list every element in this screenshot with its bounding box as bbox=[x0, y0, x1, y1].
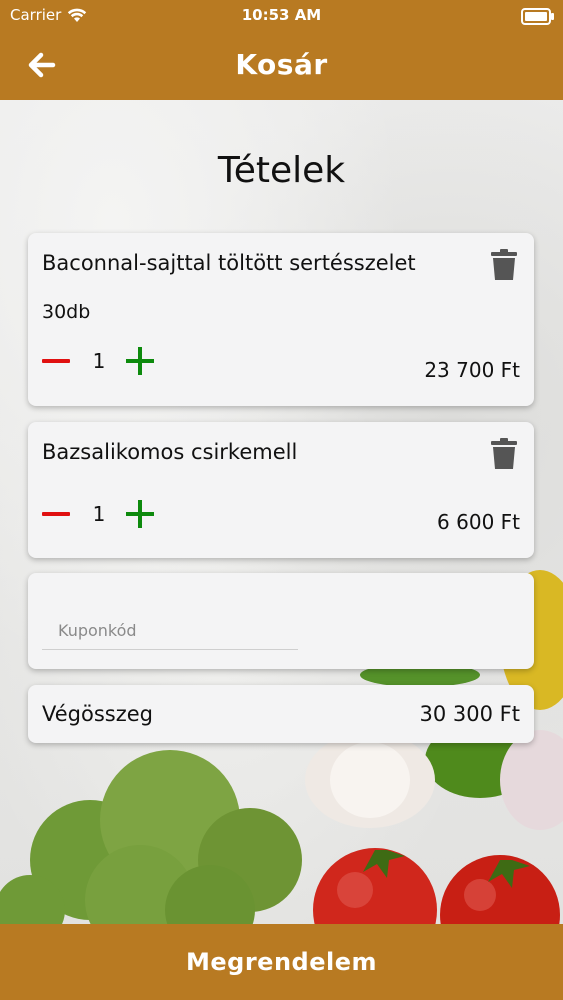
decrease-quantity-button[interactable] bbox=[42, 347, 70, 375]
item-price: 6 600 Ft bbox=[437, 510, 520, 534]
increase-quantity-button[interactable] bbox=[126, 500, 154, 528]
increase-quantity-button[interactable] bbox=[126, 347, 154, 375]
total-card: Végösszeg 30 300 Ft bbox=[28, 685, 534, 743]
cart-item: Bazsalikomos csirkemell 1 6 600 Ft bbox=[28, 422, 534, 558]
total-value: 30 300 Ft bbox=[419, 702, 520, 726]
item-name: Baconnal-sajttal töltött sertésszelet bbox=[42, 251, 416, 275]
order-button[interactable]: Megrendelem bbox=[0, 924, 563, 1000]
decrease-quantity-button[interactable] bbox=[42, 500, 70, 528]
item-name: Bazsalikomos csirkemell bbox=[42, 440, 298, 464]
items-heading: Tételek bbox=[217, 150, 346, 191]
delete-item-button[interactable] bbox=[490, 249, 518, 281]
item-quantity: 1 bbox=[92, 502, 106, 526]
total-label: Végösszeg bbox=[42, 702, 153, 726]
delete-item-button[interactable] bbox=[490, 438, 518, 470]
status-bar: Carrier 10:53 AM bbox=[0, 0, 563, 32]
coupon-input[interactable] bbox=[42, 611, 298, 650]
battery-icon bbox=[521, 8, 554, 25]
coupon-card bbox=[28, 573, 534, 669]
item-quantity: 1 bbox=[92, 349, 106, 373]
nav-bar: Kosár bbox=[0, 32, 563, 100]
clock: 10:53 AM bbox=[241, 6, 322, 24]
item-portion: 30db bbox=[42, 301, 91, 323]
cart-item: Baconnal-sajttal töltött sertésszelet 30… bbox=[28, 233, 534, 406]
trash-icon bbox=[491, 438, 517, 469]
trash-icon bbox=[491, 249, 517, 280]
item-price: 23 700 Ft bbox=[424, 358, 520, 382]
page-title: Kosár bbox=[235, 48, 328, 81]
